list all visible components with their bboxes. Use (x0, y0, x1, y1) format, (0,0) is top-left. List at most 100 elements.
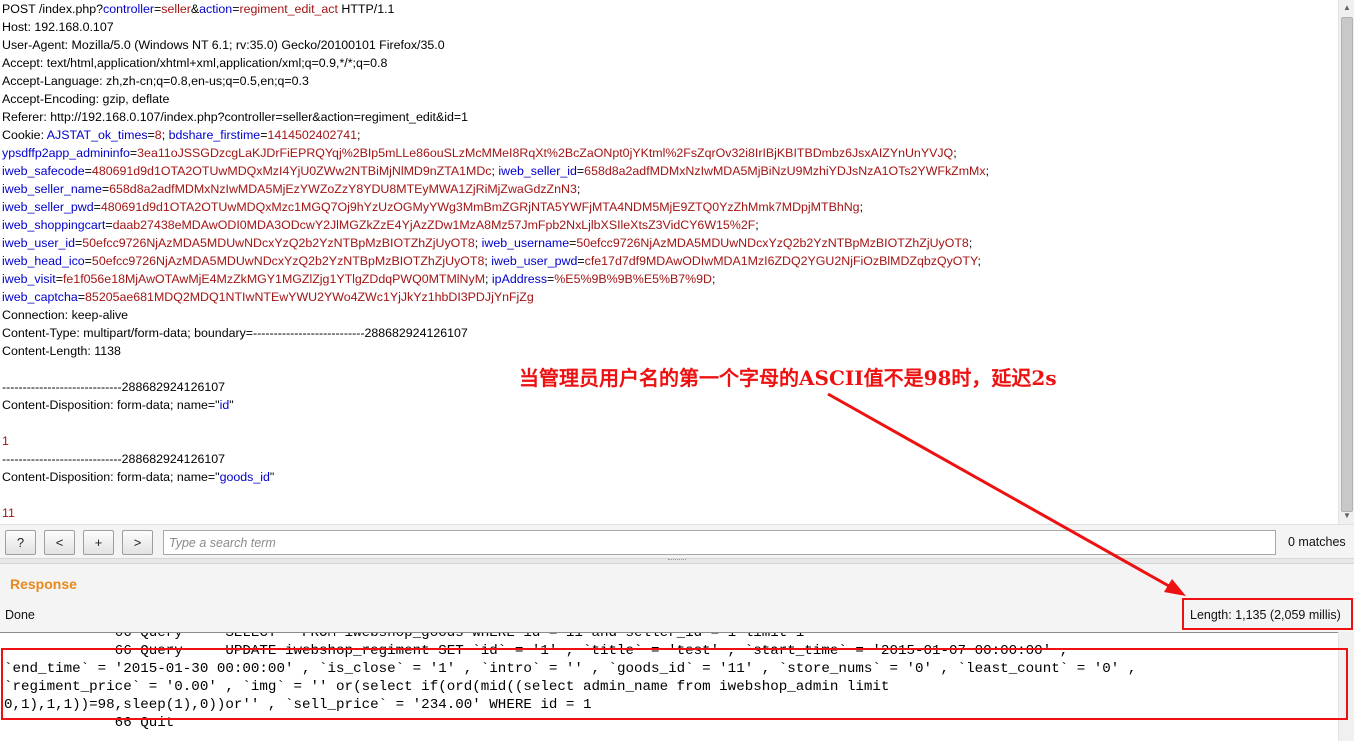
previous-match-button[interactable]: < (44, 530, 75, 555)
log-line: `end_time` = '2015-01-30 00:00:00' , `is… (4, 661, 1137, 677)
param-name: AJSTAT_ok_times (46, 128, 148, 142)
request-text: Content-Disposition: form-data; name=" (2, 470, 220, 484)
request-line: Content-Disposition: form-data; name="go… (2, 468, 274, 486)
param-value: cfe17d7df9MDAwODIwMDA1MzI6ZDQ2YGU2NjFiOz… (584, 254, 978, 268)
param-name: goods_id (219, 470, 270, 484)
response-title: Response (10, 576, 77, 592)
search-bar: ? < + > 0 matches (0, 524, 1354, 558)
param-name: iweb_username (481, 236, 570, 250)
request-text: User-Agent: Mozilla/5.0 (Windows NT 6.1;… (2, 38, 445, 52)
scroll-up-arrow-icon[interactable]: ▲ (1339, 0, 1354, 16)
annotation-text: 当管理员用户名的第一个字母的ASCII值不是98时，延迟2s (519, 366, 1057, 390)
param-value: 50efcc9726NjAzMDA5MDUwNDcxYzQ2b2YzNTBpMz… (576, 236, 969, 250)
log-scrollbar[interactable] (1338, 632, 1354, 741)
request-text: Content-Disposition: form-data; name=" (2, 398, 220, 412)
request-line: 1 (2, 432, 9, 450)
param-name: ypsdffp2app_admininfo (2, 146, 130, 160)
request-line: iweb_captcha=85205ae681MDQ2MDQ1NTIwNTEwY… (2, 288, 534, 306)
next-match-button[interactable]: > (122, 530, 153, 555)
request-line: iweb_safecode=480691d9d1OTA2OTUwMDQxMzI4… (2, 162, 989, 180)
request-text: Content-Type: multipart/form-data; bound… (2, 326, 468, 340)
param-value: 11 (2, 506, 15, 520)
log-line: 66 Query SELECT * FROM iwebshop_goods WH… (4, 632, 805, 641)
request-text: ; (712, 272, 716, 286)
request-line: iweb_head_ico=50efcc9726NjAzMDA5MDUwNDcx… (2, 252, 981, 270)
request-text: = (84, 164, 92, 178)
param-value: 85205ae681MDQ2MDQ1NTIwNTEwYWU2YWo4ZWc1Yj… (85, 290, 534, 304)
response-panel: Response Done Length: 1,135 (2,059 milli… (0, 564, 1354, 632)
param-name: iweb_seller_name (2, 182, 102, 196)
param-name: ipAddress (491, 272, 548, 286)
request-text: ; (755, 218, 759, 232)
log-line: 66 Query UPDATE iwebshop_regiment SET `i… (4, 643, 1069, 659)
param-value: fe1f056e18MjAwOTAwMjE4MzZkMGY1MGZlZjg1YT… (62, 272, 486, 286)
request-text: = (105, 218, 113, 232)
request-line: Content-Disposition: form-data; name="id… (2, 396, 234, 414)
param-name: controller (103, 2, 154, 16)
request-text: Accept-Language: zh,zh-cn;q=0.8,en-us;q=… (2, 74, 309, 88)
request-line: iweb_visit=fe1f056e18MjAwOTAwMjE4MzZkMGY… (2, 270, 715, 288)
request-text: Connection: keep-alive (2, 308, 129, 322)
match-count: 0 matches (1288, 535, 1346, 549)
request-text: ; (968, 236, 973, 250)
request-text: Host: 192.168.0.107 (2, 20, 114, 34)
param-name: bdshare_firstime (168, 128, 261, 142)
request-text: = (55, 272, 63, 286)
request-text: -----------------------------28868292412… (2, 452, 226, 466)
response-status: Done (5, 608, 35, 622)
request-text: ; (977, 254, 981, 268)
request-line: Host: 192.168.0.107 (2, 18, 114, 36)
request-text: ; (985, 164, 990, 178)
param-value: 50efcc9726NjAzMDA5MDUwNDcxYzQ2b2YzNTBpMz… (91, 254, 485, 268)
scrollbar-thumb[interactable] (1341, 17, 1353, 512)
param-name: iweb_captcha (2, 290, 78, 304)
request-text: & (190, 2, 200, 16)
request-line: iweb_seller_pwd=480691d9d1OTA2OTUwMDQxMz… (2, 198, 863, 216)
response-length: Length: 1,135 (2,059 millis) (1190, 608, 1341, 622)
request-text: = (577, 254, 585, 268)
request-text: ; (161, 128, 169, 142)
param-value: daab27438eMDAwODI0MDA3ODcwY2JlMGZkZzE4Yj… (112, 218, 756, 232)
request-line: Cookie: AJSTAT_ok_times=8; bdshare_first… (2, 126, 360, 144)
param-value: 480691d9d1OTA2OTUwMDQxMzc1MGQ7Oj9hYzUzOG… (100, 200, 860, 214)
param-value: 50efcc9726NjAzMDA5MDUwNDcxYzQ2b2YzNTBpMz… (82, 236, 475, 250)
request-line: User-Agent: Mozilla/5.0 (Windows NT 6.1;… (2, 36, 445, 54)
request-line: Content-Type: multipart/form-data; bound… (2, 324, 468, 342)
param-value: 1 (2, 434, 9, 448)
request-text: Accept-Encoding: gzip, deflate (2, 92, 170, 106)
request-line: ypsdffp2app_admininfo=3ea11oJSSGDzcgLaKJ… (2, 144, 957, 162)
request-editor[interactable]: POST /index.php?controller = seller&action… (0, 0, 1338, 524)
request-line: Accept-Language: zh,zh-cn;q=0.8,en-us;q=… (2, 72, 309, 90)
splitter-grip-icon[interactable] (668, 559, 686, 563)
request-line: POST /index.php?controller=seller&action… (2, 0, 394, 18)
request-text: -----------------------------28868292412… (2, 380, 226, 394)
param-value: 1414502402741 (267, 128, 358, 142)
request-text: = (147, 128, 155, 142)
request-line: Referer: http://192.168.0.107/index.php?… (2, 108, 468, 126)
param-value: seller (161, 2, 191, 16)
param-name: iweb_user_pwd (491, 254, 578, 268)
param-name: iweb_seller_pwd (2, 200, 94, 214)
request-text: ; (859, 200, 864, 214)
help-button[interactable]: ? (5, 530, 36, 555)
request-line: Connection: keep-alive (2, 306, 128, 324)
scroll-down-arrow-icon[interactable]: ▼ (1339, 508, 1354, 524)
param-value: 8 (154, 128, 162, 142)
request-text: Cookie: (2, 128, 47, 142)
request-text: ; (485, 272, 492, 286)
query-log[interactable]: 66 Query SELECT * FROM iwebshop_goods WH… (0, 632, 1338, 741)
request-line: iweb_seller_name=658d8a2adfMDMxNzIwMDA5M… (2, 180, 580, 198)
param-name: iweb_shoppingcart (2, 218, 106, 232)
request-text: ; (357, 128, 361, 142)
request-scrollbar[interactable]: ▲ ▼ (1338, 0, 1354, 524)
request-text: = (84, 254, 92, 268)
param-value: 3ea11oJSSGDzcgLaKJDrFiEPRQYqj%2BIp5mLLe8… (137, 146, 954, 160)
add-button[interactable]: + (83, 530, 114, 555)
request-text: Accept: text/html,application/xhtml+xml,… (2, 56, 388, 70)
param-name: action (199, 2, 233, 16)
search-input[interactable] (163, 530, 1276, 555)
request-line: -----------------------------28868292412… (2, 450, 225, 468)
param-value: 658d8a2adfMDMxNzIwMDA5MjEzYWZoZzY8YDU8MT… (109, 182, 577, 196)
request-line: 11 (2, 504, 15, 522)
request-line: iweb_user_id=50efcc9726NjAzMDA5MDUwNDcxY… (2, 234, 972, 252)
